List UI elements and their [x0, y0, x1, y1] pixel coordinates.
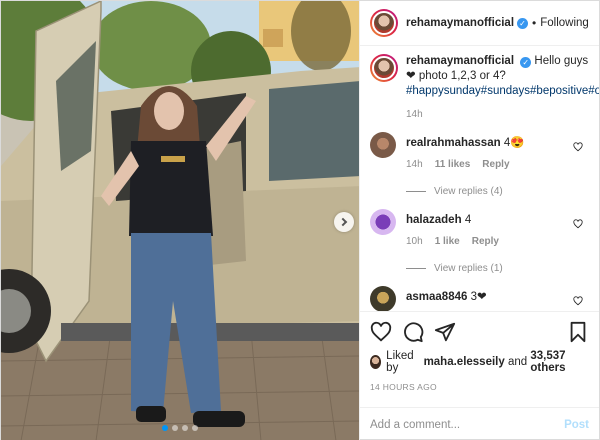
post-header: rehamaymanofficial ✓ • Following — [360, 1, 599, 46]
post-side-panel: rehamaymanofficial ✓ • Following rehamay… — [359, 1, 599, 440]
likes-summary: Liked by maha.elesseily and 33,537 other… — [370, 350, 589, 374]
caption-text: rehamaymanofficial ✓ Hello guys ❤ photo … — [406, 54, 599, 99]
liker-avatar[interactable] — [370, 355, 382, 369]
heart-icon[interactable] — [573, 219, 583, 229]
author-username[interactable]: rehamaymanofficial — [406, 17, 514, 29]
caption-age: 14h — [406, 109, 423, 120]
comment-like-count[interactable]: 11 likes — [435, 158, 471, 172]
reply-button[interactable]: Reply — [472, 235, 499, 249]
comment-age: 10h — [406, 236, 423, 247]
caption-author-avatar[interactable] — [370, 54, 398, 82]
heart-icon[interactable] — [573, 296, 583, 306]
view-replies-button[interactable]: View replies (4) — [406, 186, 589, 197]
carousel-dot — [192, 425, 198, 431]
commenter-avatar[interactable] — [370, 286, 396, 311]
replies-line — [406, 268, 426, 269]
comment-text: 4😍 — [503, 137, 525, 149]
header-separator: • — [532, 16, 537, 30]
add-comment-bar: Post — [360, 407, 599, 440]
heart-icon[interactable] — [573, 142, 583, 152]
comment-item: halazadeh 4 10h 1 like Reply — [370, 209, 589, 249]
carousel-dot — [182, 425, 188, 431]
view-replies-label: View replies (4) — [434, 186, 503, 197]
post-timestamp: 14 HOURS AGO — [370, 382, 437, 392]
comment-icon[interactable] — [402, 321, 424, 343]
instagram-post: rehamaymanofficial ✓ • Following rehamay… — [0, 0, 600, 440]
comment-text: 3❤ — [470, 291, 487, 303]
commenter-avatar[interactable] — [370, 132, 396, 158]
post-photo[interactable] — [1, 1, 359, 440]
action-bar — [370, 318, 589, 346]
likes-middle: and — [507, 356, 528, 368]
post-comment-button[interactable]: Post — [564, 419, 589, 431]
comment-age: 14h — [406, 159, 423, 170]
replies-line — [406, 191, 426, 192]
carousel-dot — [172, 425, 178, 431]
comment-info: 10h 1 like Reply — [406, 235, 576, 249]
comment-body: realrahmahassan 4😍 14h 11 likes Reply — [406, 136, 576, 172]
commenter-username[interactable]: halazadeh — [406, 214, 462, 226]
comment-text: 4 — [464, 214, 472, 226]
add-comment-input[interactable] — [370, 418, 565, 431]
comment-body: halazadeh 4 10h 1 like Reply — [406, 213, 576, 249]
share-icon[interactable] — [434, 321, 456, 343]
commenter-avatar[interactable] — [370, 209, 396, 235]
commenter-username[interactable]: realrahmahassan — [406, 137, 501, 149]
comment-body: asmaa8846 3❤ — [406, 290, 576, 311]
comments-list[interactable]: rehamaymanofficial ✓ Hello guys ❤ photo … — [360, 46, 599, 311]
carousel-dots — [1, 425, 359, 431]
verified-icon: ✓ — [520, 57, 532, 68]
likes-count[interactable]: 33,537 others — [530, 350, 589, 374]
commenter-username[interactable]: asmaa8846 — [406, 291, 467, 303]
caption-hashtags[interactable]: #happysunday#sundays#bepositive#ootd#lov… — [406, 85, 599, 97]
view-replies-label: View replies (1) — [434, 263, 503, 274]
comment-info: 14h 11 likes Reply — [406, 158, 576, 172]
comment-like-count[interactable]: 1 like — [435, 235, 460, 249]
author-avatar[interactable] — [370, 9, 398, 37]
carousel-dot — [162, 425, 168, 431]
liker-username[interactable]: maha.elesseily — [424, 356, 505, 368]
chevron-right-icon — [338, 217, 348, 227]
heart-icon[interactable] — [370, 321, 392, 343]
post-actions-area: Liked by maha.elesseily and 33,537 other… — [360, 311, 599, 407]
caption-username[interactable]: rehamaymanofficial — [406, 55, 514, 67]
comment-item: realrahmahassan 4😍 14h 11 likes Reply — [370, 132, 589, 172]
view-replies-button[interactable]: View replies (1) — [406, 263, 589, 274]
following-button[interactable]: Following — [540, 17, 589, 29]
verified-icon: ✓ — [517, 17, 529, 29]
comment-item: asmaa8846 3❤ — [370, 286, 589, 311]
likes-prefix: Liked by — [386, 350, 414, 374]
carousel-next-button[interactable] — [334, 212, 354, 232]
photo-illustration — [1, 1, 359, 440]
reply-button[interactable]: Reply — [482, 158, 509, 172]
post-caption: rehamaymanofficial ✓ Hello guys ❤ photo … — [370, 54, 599, 99]
bookmark-icon[interactable] — [567, 321, 589, 343]
